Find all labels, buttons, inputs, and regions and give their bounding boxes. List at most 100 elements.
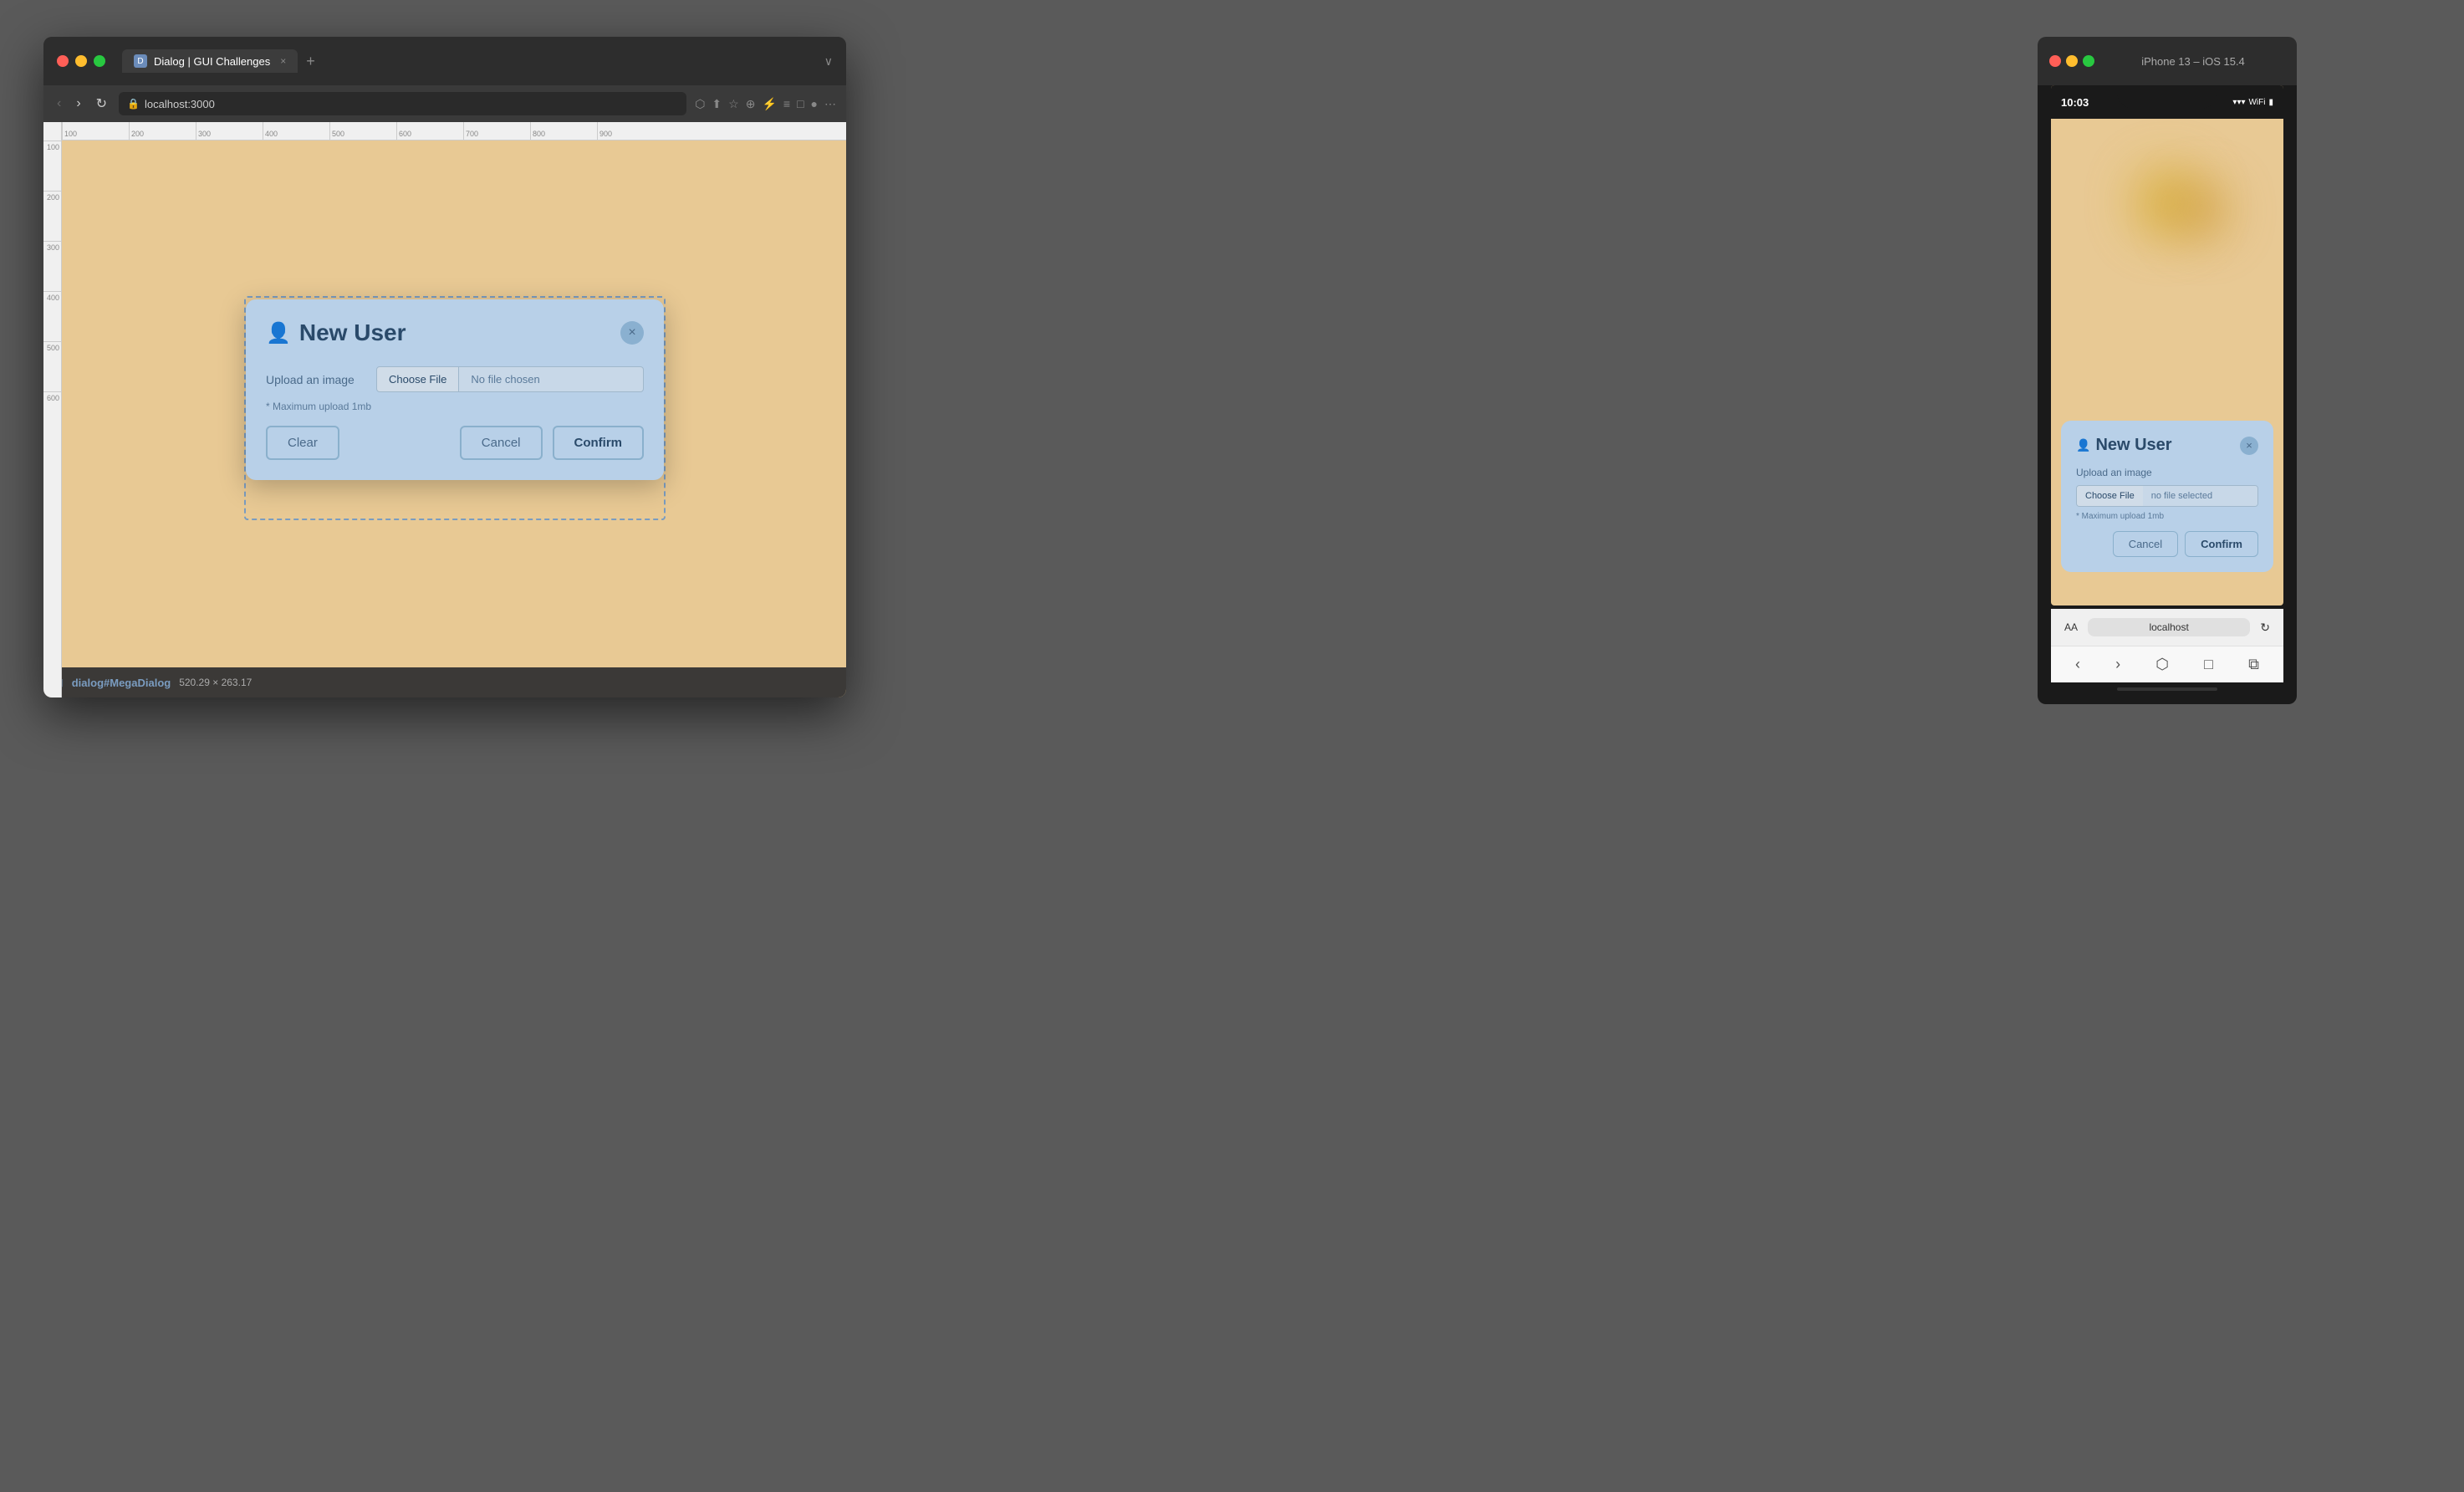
phone-cancel-button[interactable]: Cancel [2113, 531, 2178, 557]
dialog-title-group: 👤 New User [266, 319, 406, 346]
new-tab-button[interactable]: + [306, 53, 315, 70]
ruler-ltick-300: 300 [43, 241, 61, 291]
phone-share-nav-icon[interactable]: ⬡ [2155, 656, 2169, 673]
mic-icon[interactable]: ● [811, 97, 818, 111]
phone-dialog-footer: Cancel Confirm [2076, 531, 2258, 557]
tab-expand-icon[interactable]: ∨ [824, 54, 833, 69]
phone-forward-nav-icon[interactable]: › [2115, 656, 2120, 673]
phone-address-bar[interactable]: localhost [2088, 618, 2250, 636]
phone-wifi-icon: WiFi [2248, 98, 2265, 107]
phone-dialog: 👤 New User × Upload an image Choose File… [2061, 421, 2273, 572]
phone-title-lights [2049, 55, 2094, 67]
forward-button[interactable]: › [73, 93, 84, 115]
more-icon[interactable]: ⋯ [824, 97, 836, 111]
ruler-left: 100 200 300 400 500 600 [43, 122, 62, 697]
phone-back-nav-icon[interactable]: ‹ [2075, 656, 2080, 673]
phone-aa-label[interactable]: AA [2064, 621, 2078, 633]
tab-favicon: D [134, 54, 147, 68]
phone-dialog-title-group: 👤 New User [2076, 436, 2172, 455]
desktop-dialog: 👤 New User × Upload an image Choose File… [246, 299, 664, 480]
dialog-header: 👤 New User × [266, 319, 644, 346]
phone-tabs-nav-icon[interactable]: ⧉ [2248, 656, 2259, 673]
traffic-light-close[interactable] [57, 55, 69, 67]
browser-window: D Dialog | GUI Challenges × + ∨ ‹ › ↻ 🔒 … [43, 37, 846, 697]
phone-confirm-button[interactable]: Confirm [2185, 531, 2258, 557]
external-link-icon[interactable]: ⬡ [695, 97, 705, 111]
phone-dialog-close-button[interactable]: × [2240, 437, 2258, 455]
phone-signal-icon: ▾▾▾ [2232, 98, 2245, 107]
ruler-ltick-600: 600 [43, 391, 61, 442]
ruler-tick-600: 600 [396, 122, 463, 140]
address-bar[interactable]: 🔒 localhost:3000 [119, 92, 686, 115]
traffic-light-fullscreen[interactable] [94, 55, 105, 67]
phone-notch [2117, 85, 2217, 109]
extension-icon[interactable]: ⚡ [762, 97, 776, 111]
shield-icon[interactable]: ⊕ [746, 97, 756, 111]
traffic-lights [57, 55, 105, 67]
dialog-close-button[interactable]: × [620, 321, 644, 345]
choose-file-button[interactable]: Choose File [376, 366, 459, 392]
phone-choose-file-button[interactable]: Choose File [2077, 486, 2143, 506]
phone-dialog-header: 👤 New User × [2076, 436, 2258, 455]
ruler-ltick-500: 500 [43, 341, 61, 391]
device-icon[interactable]: □ [797, 97, 803, 111]
ruler-tick-500: 500 [329, 122, 396, 140]
dialog-title: New User [299, 319, 406, 346]
file-chosen-display: No file chosen [459, 366, 644, 392]
cancel-button[interactable]: Cancel [460, 426, 543, 460]
phone-upload-label: Upload an image [2076, 467, 2258, 478]
phone-status-icons: ▾▾▾ WiFi ▮ [2232, 98, 2273, 107]
tab-bar: D Dialog | GUI Challenges × + ∨ [122, 49, 833, 73]
phone-dialog-title: New User [2095, 436, 2171, 455]
ruler-tick-700: 700 [463, 122, 530, 140]
clear-button[interactable]: Clear [266, 426, 339, 460]
toolbar-actions: ⬡ ⬆ ☆ ⊕ ⚡ ≡ □ ● ⋯ [695, 97, 836, 111]
phone-time: 10:03 [2061, 96, 2089, 109]
phone-home-indicator [2117, 687, 2217, 691]
phone-traffic-light-close[interactable] [2049, 55, 2061, 67]
tab-active[interactable]: D Dialog | GUI Challenges × [122, 49, 298, 73]
max-upload-text: * Maximum upload 1mb [266, 401, 644, 412]
reload-button[interactable]: ↻ [93, 92, 110, 115]
dialog-footer: Clear Cancel Confirm [266, 426, 644, 460]
tab-title: Dialog | GUI Challenges [154, 55, 270, 68]
blob-orange [2176, 186, 2227, 236]
phone-nav-bar: ‹ › ⬡ □ ⧉ [2051, 646, 2283, 682]
selector-dimensions: 520.29 × 263.17 [179, 677, 252, 688]
browser-toolbar: ‹ › ↻ 🔒 localhost:3000 ⬡ ⬆ ☆ ⊕ ⚡ ≡ □ ● ⋯ [43, 85, 846, 122]
share-icon[interactable]: ⬆ [712, 97, 722, 111]
dialog-body: Upload an image Choose File No file chos… [266, 366, 644, 412]
browser-bottom-bar: ⊞ dialog#MegaDialog 520.29 × 263.17 [43, 667, 846, 697]
phone-battery-icon: ▮ [2268, 98, 2273, 107]
ruler-ltick-200: 200 [43, 191, 61, 241]
phone-user-add-icon: 👤 [2076, 438, 2090, 452]
phone-file-input-group: Choose File no file selected [2076, 485, 2258, 507]
back-button[interactable]: ‹ [54, 93, 64, 115]
phone-reload-icon[interactable]: ↻ [2260, 621, 2270, 635]
browser-titlebar: D Dialog | GUI Challenges × + ∨ [43, 37, 846, 85]
ruler-ltick-400: 400 [43, 291, 61, 341]
user-add-icon: 👤 [266, 321, 291, 345]
ruler-tick-300: 300 [196, 122, 263, 140]
reader-icon[interactable]: ≡ [783, 97, 790, 111]
phone-address-text: localhost [2149, 621, 2188, 633]
tab-close-icon[interactable]: × [280, 55, 286, 67]
confirm-button[interactable]: Confirm [553, 426, 645, 460]
phone-traffic-light-full[interactable] [2083, 55, 2094, 67]
phone-titlebar: iPhone 13 – iOS 15.4 [2038, 37, 2297, 85]
phone-traffic-light-min[interactable] [2066, 55, 2078, 67]
phone-file-display: no file selected [2143, 486, 2257, 506]
upload-label: Upload an image [266, 373, 366, 386]
file-input-group: Choose File No file chosen [376, 366, 644, 392]
bookmark-icon[interactable]: ☆ [728, 97, 739, 111]
ruler-ltick-100: 100 [43, 141, 61, 191]
ruler-tick-900: 900 [597, 122, 664, 140]
phone-frame: 10:03 ▾▾▾ WiFi ▮ 👤 New User [2038, 85, 2297, 704]
ruler-tick-800: 800 [530, 122, 597, 140]
phone-screen: 10:03 ▾▾▾ WiFi ▮ 👤 New User [2051, 85, 2283, 605]
ruler-top: 100 200 300 400 500 600 700 800 900 [43, 122, 846, 141]
traffic-light-minimize[interactable] [75, 55, 87, 67]
phone-bottom-toolbar: AA localhost ↻ [2051, 609, 2283, 646]
phone-max-upload-text: * Maximum upload 1mb [2076, 512, 2258, 521]
phone-bookmarks-nav-icon[interactable]: □ [2204, 656, 2213, 673]
